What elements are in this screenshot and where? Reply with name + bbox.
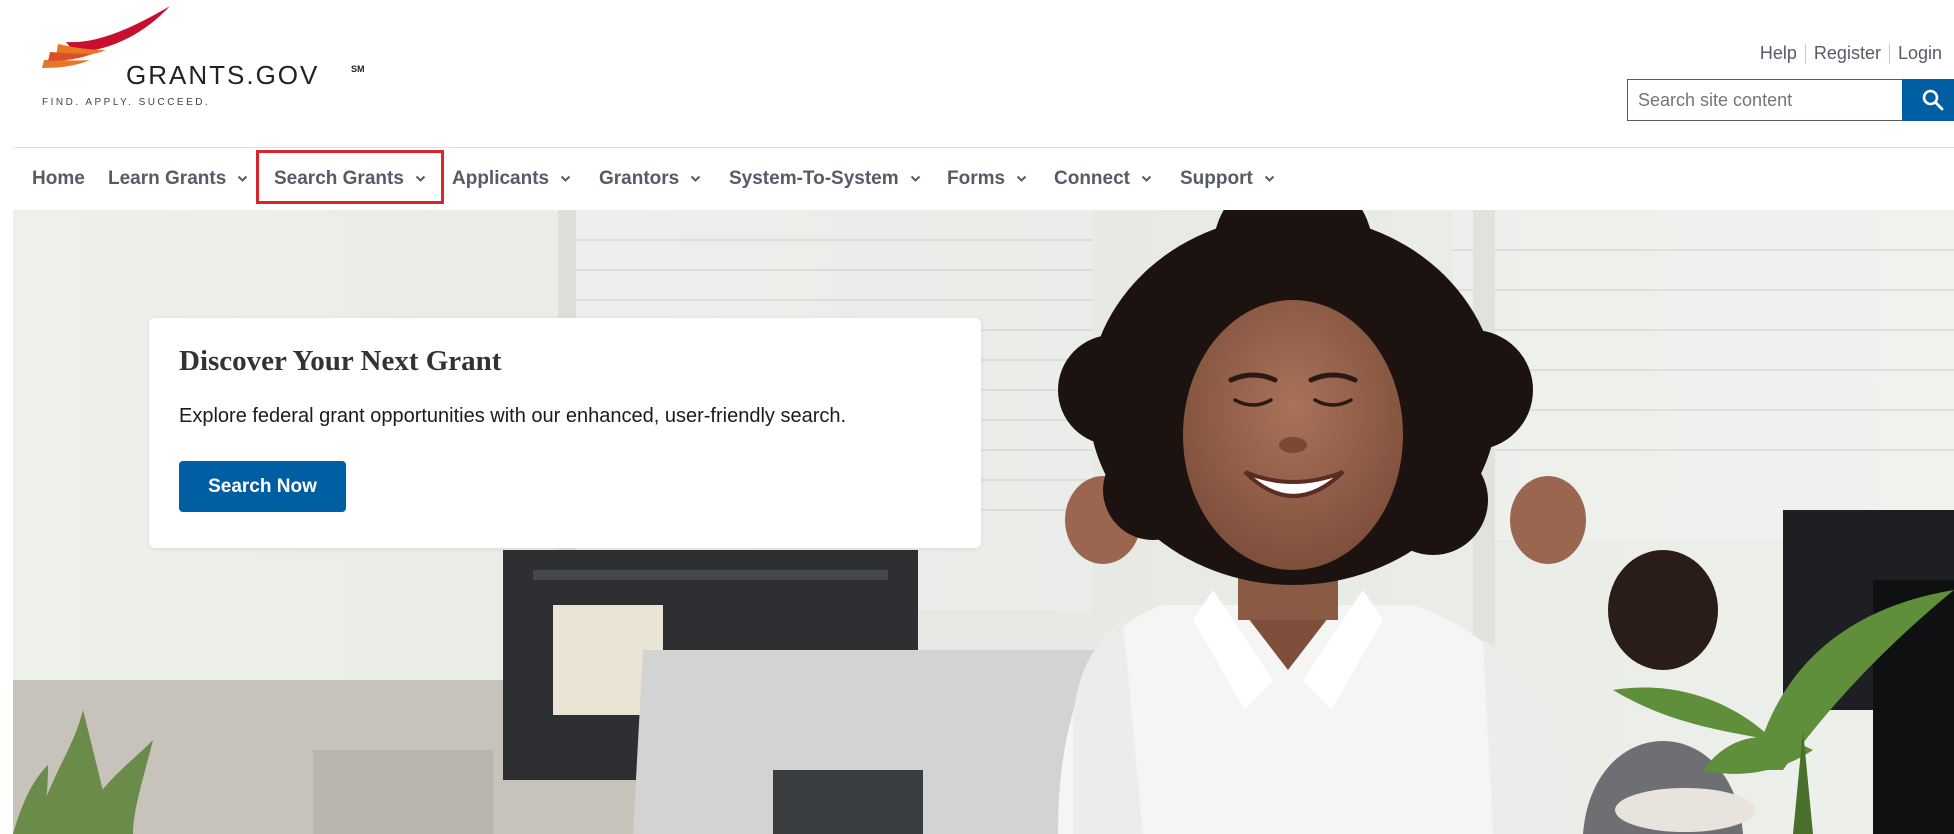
nav-item-label: Grantors bbox=[599, 168, 680, 189]
nav-item-system-to-system[interactable]: System-To-System bbox=[729, 148, 921, 210]
login-link[interactable]: Login bbox=[1898, 43, 1942, 64]
nav-item-support[interactable]: Support bbox=[1180, 148, 1275, 210]
site-header: GRANTS.GOV SM FIND. APPLY. SUCCEED. Help… bbox=[0, 0, 1954, 147]
nav-item-label: Forms bbox=[947, 168, 1006, 189]
chevron-down-icon bbox=[910, 175, 921, 183]
logo-service-mark: SM bbox=[351, 64, 365, 74]
nav-item-connect[interactable]: Connect bbox=[1054, 148, 1152, 210]
nav-item-label: Home bbox=[32, 168, 85, 189]
nav-item-label: Search Grants bbox=[274, 168, 404, 189]
hero-title: Discover Your Next Grant bbox=[179, 345, 502, 377]
nav-item-label: Support bbox=[1180, 168, 1253, 189]
site-search bbox=[1627, 79, 1954, 121]
nav-item-label: System-To-System bbox=[729, 168, 899, 189]
chevron-down-icon bbox=[237, 175, 248, 183]
chevron-down-icon bbox=[690, 175, 701, 183]
chevron-down-icon bbox=[415, 175, 426, 183]
register-link[interactable]: Register bbox=[1814, 43, 1881, 64]
hero-card: Discover Your Next Grant Explore federal… bbox=[149, 318, 981, 548]
chevron-down-icon bbox=[1264, 175, 1275, 183]
help-link[interactable]: Help bbox=[1760, 43, 1797, 64]
search-now-button[interactable]: Search Now bbox=[179, 461, 346, 512]
main-nav: Home Learn Grants Search Grants Applican… bbox=[13, 148, 1954, 210]
search-icon bbox=[1922, 89, 1944, 111]
chevron-down-icon bbox=[1016, 175, 1027, 183]
logo-wordmark: GRANTS.GOV bbox=[126, 60, 320, 90]
nav-item-label: Applicants bbox=[452, 168, 550, 189]
logo-tagline: FIND. APPLY. SUCCEED. bbox=[42, 97, 211, 108]
chevron-down-icon bbox=[1141, 175, 1152, 183]
nav-item-label: Learn Grants bbox=[108, 168, 227, 189]
search-input[interactable] bbox=[1627, 79, 1902, 121]
nav-item-label: Connect bbox=[1054, 168, 1130, 189]
nav-item-learn-grants[interactable]: Learn Grants bbox=[108, 148, 248, 210]
nav-item-home[interactable]: Home bbox=[32, 148, 85, 210]
grants-gov-logo[interactable]: GRANTS.GOV SM FIND. APPLY. SUCCEED. bbox=[36, 4, 376, 116]
divider bbox=[1888, 43, 1890, 64]
nav-item-grantors[interactable]: Grantors bbox=[599, 148, 701, 210]
nav-item-forms[interactable]: Forms bbox=[947, 148, 1027, 210]
hero-description: Explore federal grant opportunities with… bbox=[179, 405, 847, 427]
hero-banner: Discover Your Next Grant Explore federal… bbox=[13, 210, 1954, 834]
divider bbox=[1804, 43, 1806, 64]
nav-item-applicants[interactable]: Applicants bbox=[452, 148, 571, 210]
nav-item-search-grants[interactable]: Search Grants bbox=[274, 148, 426, 210]
chevron-down-icon bbox=[560, 175, 571, 183]
search-button[interactable] bbox=[1902, 79, 1954, 121]
utility-links: Help Register Login bbox=[1760, 43, 1942, 64]
